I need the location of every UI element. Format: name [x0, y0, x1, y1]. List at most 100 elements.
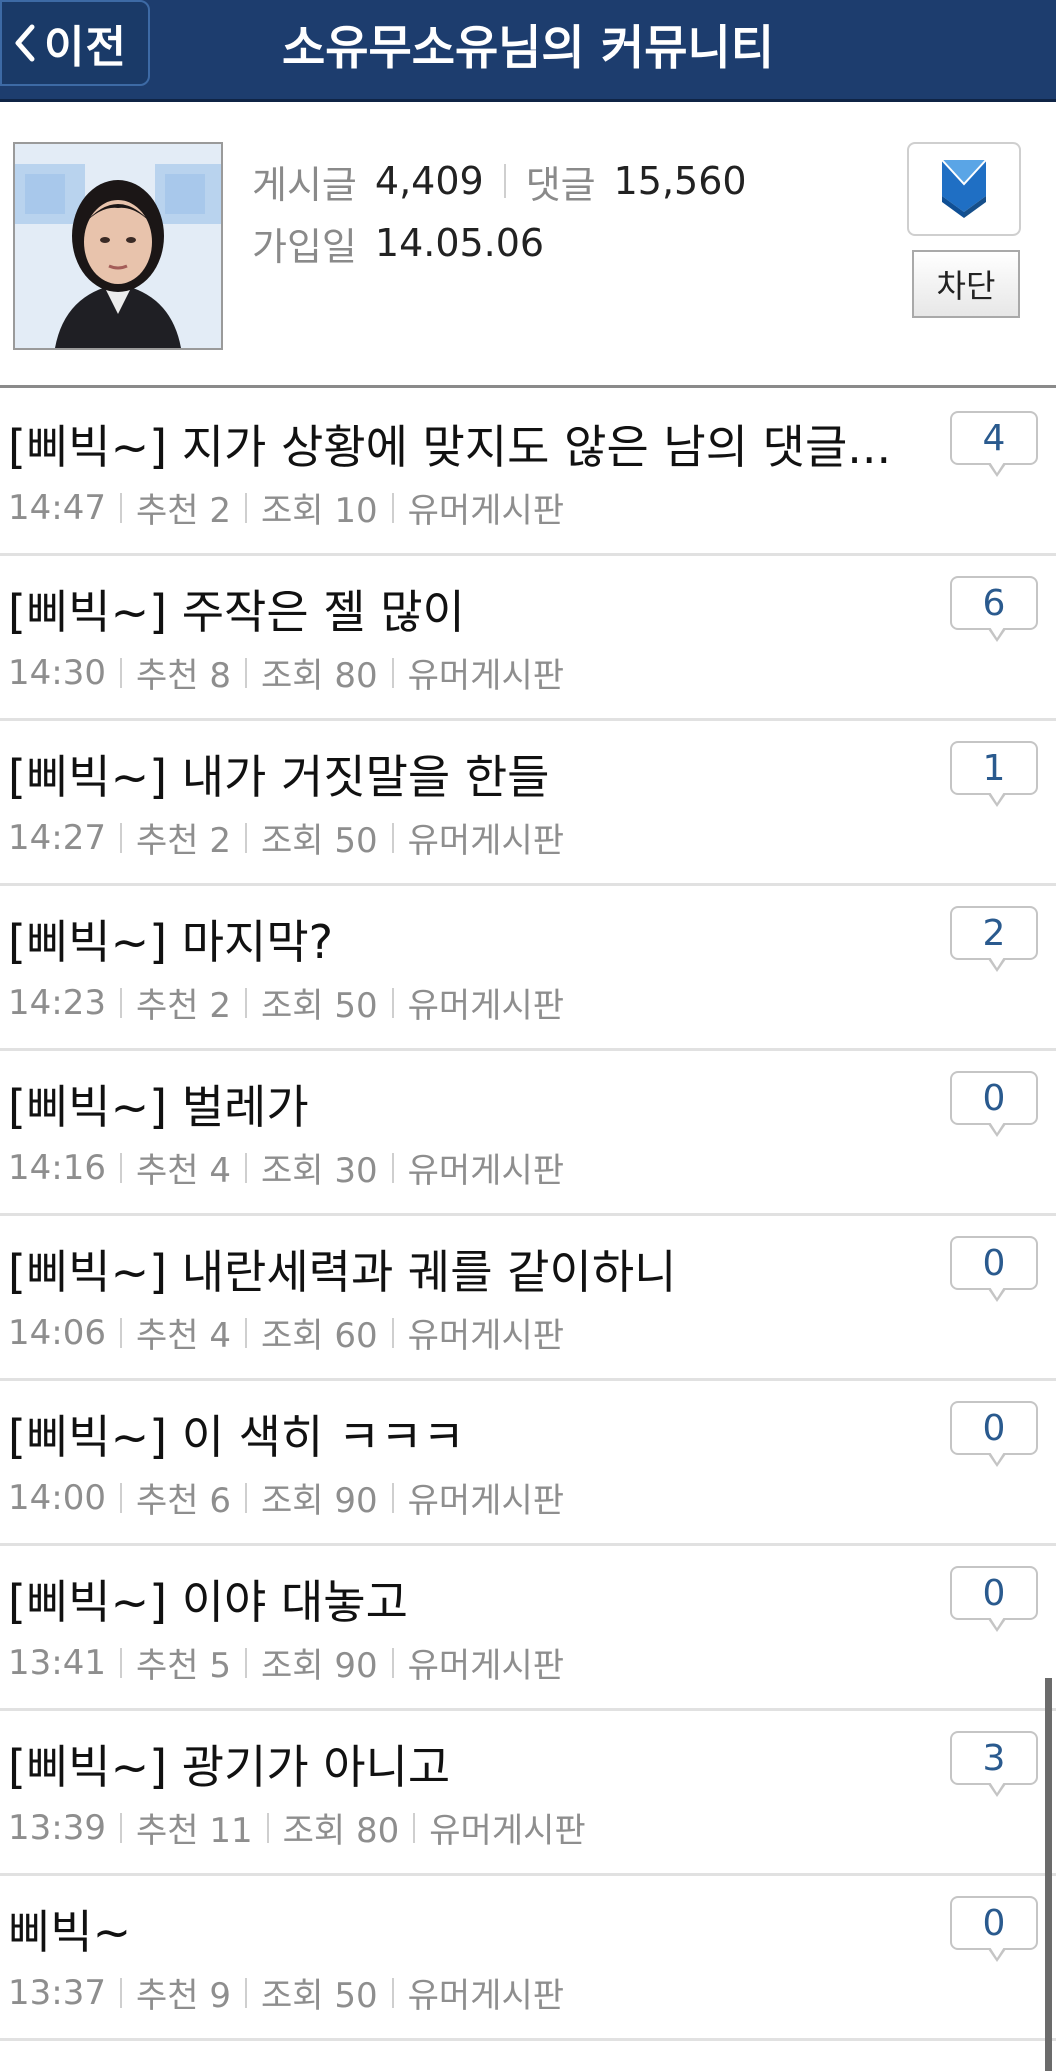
post-title[interactable]: [삐빅~] 이 색히 ㅋㅋㅋ: [8, 1401, 908, 1467]
post-board: 유머게시판: [407, 821, 565, 861]
post-meta: 13:41 추천 5 조회 90 유머게시판: [8, 1638, 564, 1687]
post-views: 조회 60: [260, 1316, 378, 1356]
list-item[interactable]: [삐빅~] 내가 거짓말을 한들 14:27 추천 2 조회 50 유머게시판 …: [0, 721, 1056, 886]
list-item[interactable]: [삐빅~] 벌레가 14:16 추천 4 조회 30 유머게시판 0: [0, 1051, 1056, 1216]
list-item[interactable]: [삐빅~] 주작은 젤 많이 14:30 추천 8 조회 80 유머게시판 6: [0, 556, 1056, 721]
block-button[interactable]: 차단: [912, 250, 1020, 318]
message-button[interactable]: [907, 142, 1021, 236]
comments-label: 댓글: [525, 162, 596, 207]
post-meta: 14:27 추천 2 조회 50 유머게시판: [8, 813, 564, 862]
post-title[interactable]: [삐빅~] 마지막?: [8, 906, 908, 972]
post-comment-stats: 게시글 4,409 댓글 15,560: [252, 150, 747, 212]
post-time: 13:41: [8, 1642, 106, 1683]
message-icon: [941, 159, 987, 218]
post-recommend: 추천 4: [135, 1316, 231, 1356]
post-board: 유머게시판: [407, 1976, 565, 2016]
post-recommend: 추천 8: [135, 656, 231, 696]
meta-divider: [391, 987, 394, 1018]
post-meta: 14:06 추천 4 조회 60 유머게시판: [8, 1308, 564, 1357]
comment-count-badge[interactable]: 0: [950, 1896, 1038, 1962]
post-views: 조회 50: [260, 986, 378, 1026]
list-item[interactable]: 삐빅~ 13:37 추천 9 조회 50 유머게시판 0: [0, 1876, 1056, 2041]
avatar[interactable]: [13, 142, 223, 350]
meta-divider: [244, 492, 247, 523]
meta-divider: [244, 987, 247, 1018]
joined-date: 14.05.06: [374, 221, 545, 265]
post-meta: 14:16 추천 4 조회 30 유머게시판: [8, 1143, 564, 1192]
post-time: 14:00: [8, 1477, 106, 1518]
list-item[interactable]: [삐빅~] 마지막? 14:23 추천 2 조회 50 유머게시판 2: [0, 886, 1056, 1051]
meta-divider: [119, 1152, 122, 1183]
meta-divider: [119, 492, 122, 523]
post-recommend: 추천 2: [135, 821, 231, 861]
post-title[interactable]: [삐빅~] 벌레가: [8, 1071, 908, 1137]
comment-count-badge[interactable]: 1: [950, 741, 1038, 807]
post-recommend: 추천 4: [135, 1151, 231, 1191]
post-board: 유머게시판: [407, 1646, 565, 1686]
meta-divider: [244, 1482, 247, 1513]
avatar-image: [15, 144, 221, 348]
post-views: 조회 50: [260, 1976, 378, 2016]
post-board: 유머게시판: [407, 656, 565, 696]
post-list: [삐빅~] 지가 상황에 맞지도 않은 남의 댓글... 14:47 추천 2 …: [0, 391, 1056, 2041]
post-views: 조회 80: [282, 1811, 400, 1851]
comment-count-badge[interactable]: 0: [950, 1401, 1038, 1467]
comment-count-badge[interactable]: 0: [950, 1071, 1038, 1137]
post-views: 조회 80: [260, 656, 378, 696]
meta-divider: [266, 1812, 269, 1843]
comment-count-badge[interactable]: 6: [950, 576, 1038, 642]
post-meta: 14:23 추천 2 조회 50 유머게시판: [8, 978, 564, 1027]
meta-divider: [119, 822, 122, 853]
meta-divider: [119, 1812, 122, 1843]
comment-count-badge[interactable]: 0: [950, 1236, 1038, 1302]
back-button[interactable]: 이전: [0, 0, 150, 86]
list-item[interactable]: [삐빅~] 이 색히 ㅋㅋㅋ 14:00 추천 6 조회 90 유머게시판 0: [0, 1381, 1056, 1546]
post-title[interactable]: 삐빅~: [8, 1896, 908, 1962]
post-meta: 13:37 추천 9 조회 50 유머게시판: [8, 1968, 564, 2017]
meta-divider: [119, 1482, 122, 1513]
chevron-left-icon: [15, 24, 35, 62]
meta-divider: [391, 1317, 394, 1348]
post-recommend: 추천 5: [135, 1646, 231, 1686]
meta-divider: [244, 822, 247, 853]
list-item[interactable]: [삐빅~] 지가 상황에 맞지도 않은 남의 댓글... 14:47 추천 2 …: [0, 391, 1056, 556]
post-title[interactable]: [삐빅~] 이야 대놓고: [8, 1566, 908, 1632]
meta-divider: [413, 1812, 416, 1843]
list-item[interactable]: [삐빅~] 광기가 아니고 13:39 추천 11 조회 80 유머게시판 3: [0, 1711, 1056, 1876]
post-meta: 14:47 추천 2 조회 10 유머게시판: [8, 483, 564, 532]
post-title[interactable]: [삐빅~] 주작은 젤 많이: [8, 576, 908, 642]
meta-divider: [119, 987, 122, 1018]
post-views: 조회 50: [260, 821, 378, 861]
posts-count: 4,409: [374, 159, 484, 203]
comment-count-badge[interactable]: 3: [950, 1731, 1038, 1797]
list-item[interactable]: [삐빅~] 내란세력과 궤를 같이하니 14:06 추천 4 조회 60 유머게…: [0, 1216, 1056, 1381]
comment-count-badge[interactable]: 2: [950, 906, 1038, 972]
meta-divider: [119, 657, 122, 688]
post-board: 유머게시판: [429, 1811, 586, 1851]
meta-divider: [119, 1977, 122, 2008]
post-time: 13:39: [8, 1807, 106, 1848]
post-board: 유머게시판: [407, 1481, 565, 1521]
post-title[interactable]: [삐빅~] 내란세력과 궤를 같이하니: [8, 1236, 908, 1302]
comment-count-badge[interactable]: 0: [950, 1566, 1038, 1632]
post-title[interactable]: [삐빅~] 지가 상황에 맞지도 않은 남의 댓글...: [8, 411, 908, 477]
post-title[interactable]: [삐빅~] 광기가 아니고: [8, 1731, 908, 1797]
post-views: 조회 30: [260, 1151, 378, 1191]
meta-divider: [391, 1152, 394, 1183]
post-title[interactable]: [삐빅~] 내가 거짓말을 한들: [8, 741, 908, 807]
meta-divider: [391, 1647, 394, 1678]
meta-divider: [391, 1482, 394, 1513]
meta-divider: [244, 1152, 247, 1183]
stat-divider: [503, 164, 506, 198]
profile-stats: 게시글 4,409 댓글 15,560 가입일 14.05.06: [252, 150, 747, 274]
join-date-row: 가입일 14.05.06: [252, 212, 747, 274]
comment-count-badge[interactable]: 4: [950, 411, 1038, 477]
list-item[interactable]: [삐빅~] 이야 대놓고 13:41 추천 5 조회 90 유머게시판 0: [0, 1546, 1056, 1711]
meta-divider: [391, 492, 394, 523]
meta-divider: [119, 1647, 122, 1678]
post-time: 14:16: [8, 1147, 106, 1188]
post-time: 14:47: [8, 487, 106, 528]
scrollbar[interactable]: [1045, 1678, 1052, 2071]
post-meta: 14:30 추천 8 조회 80 유머게시판: [8, 648, 564, 697]
post-recommend: 추천 9: [135, 1976, 231, 2016]
